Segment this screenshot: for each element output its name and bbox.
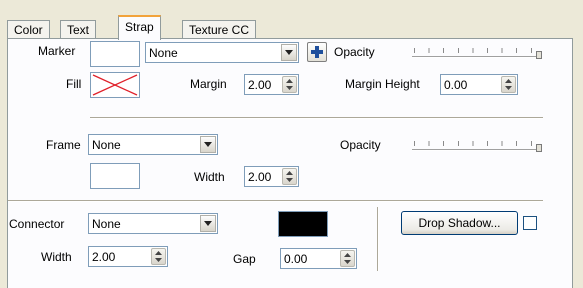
chevron-down-icon[interactable] [200, 215, 216, 232]
connector-width-spinner[interactable]: 2.00 [88, 246, 168, 267]
connector-width-value[interactable]: 2.00 [92, 250, 115, 264]
slider-track [412, 149, 540, 151]
fill-margin-height-spinner[interactable]: 0.00 [440, 74, 518, 95]
marker-opacity-label: Opacity [334, 45, 375, 59]
fill-margin-value[interactable]: 2.00 [248, 78, 271, 92]
chevron-down-icon[interactable] [200, 136, 216, 153]
spin-buttons[interactable] [282, 76, 297, 93]
slider-track [412, 56, 540, 58]
connector-gap-spinner[interactable]: 0.00 [280, 248, 357, 269]
arrow-up-icon[interactable] [505, 79, 512, 83]
tab-texture-cc[interactable]: Texture CC [182, 20, 257, 39]
add-marker-button[interactable] [307, 42, 327, 62]
slider-ticks [414, 48, 538, 53]
arrow-down-icon[interactable] [505, 86, 512, 90]
separator-1 [90, 117, 543, 119]
marker-combo[interactable]: None [145, 42, 299, 63]
marker-label: Marker [38, 44, 76, 58]
drop-shadow-button[interactable]: Drop Shadow... [401, 211, 518, 235]
tab-color[interactable]: Color [7, 20, 50, 39]
connector-label: Connector [9, 217, 65, 231]
arrow-up-icon[interactable] [344, 253, 351, 257]
tab-strap[interactable]: Strap [118, 15, 161, 40]
slider-thumb[interactable] [536, 51, 542, 59]
arrow-down-icon[interactable] [155, 258, 162, 262]
frame-width-label: Width [194, 170, 225, 184]
frame-combo[interactable]: None [88, 134, 218, 155]
slider-thumb[interactable] [536, 144, 542, 152]
connector-gap-label: Gap [233, 252, 256, 266]
connector-gap-value[interactable]: 0.00 [284, 252, 307, 266]
spin-buttons[interactable] [340, 250, 355, 267]
frame-label: Frame [46, 138, 81, 152]
frame-opacity-slider[interactable] [412, 139, 542, 153]
tab-text[interactable]: Text [60, 20, 97, 39]
frame-combo-value: None [92, 138, 121, 152]
no-fill-x-icon [92, 74, 138, 96]
fill-margin-height-label: Margin Height [345, 77, 420, 91]
connector-width-label: Width [41, 250, 72, 264]
fill-margin-label: Margin [190, 77, 227, 91]
drop-shadow-checkbox[interactable] [523, 216, 537, 230]
marker-opacity-slider[interactable] [412, 46, 542, 60]
spin-buttons[interactable] [501, 76, 516, 93]
arrow-down-icon[interactable] [344, 260, 351, 264]
fill-margin-spinner[interactable]: 2.00 [244, 74, 299, 95]
fill-swatch[interactable] [90, 72, 140, 98]
marker-combo-value: None [149, 46, 178, 60]
fill-label: Fill [66, 77, 82, 91]
plus-icon [311, 46, 323, 58]
frame-opacity-label: Opacity [340, 138, 381, 152]
arrow-down-icon[interactable] [286, 86, 293, 90]
frame-color-swatch[interactable] [90, 163, 140, 189]
arrow-down-icon[interactable] [286, 178, 293, 182]
marker-swatch[interactable] [90, 41, 140, 67]
arrow-up-icon[interactable] [286, 79, 293, 83]
connector-combo-value: None [92, 217, 121, 231]
chevron-down-icon[interactable] [281, 44, 297, 61]
slider-ticks [414, 141, 538, 146]
connector-color-swatch[interactable] [278, 211, 328, 237]
arrow-up-icon[interactable] [286, 171, 293, 175]
separator-2 [8, 200, 543, 202]
separator-vertical [377, 207, 379, 271]
arrow-up-icon[interactable] [155, 251, 162, 255]
connector-combo[interactable]: None [88, 213, 218, 234]
frame-width-spinner[interactable]: 2.00 [244, 166, 299, 187]
frame-width-value[interactable]: 2.00 [248, 170, 271, 184]
fill-margin-height-value[interactable]: 0.00 [444, 78, 467, 92]
spin-buttons[interactable] [282, 168, 297, 185]
spin-buttons[interactable] [151, 248, 166, 265]
